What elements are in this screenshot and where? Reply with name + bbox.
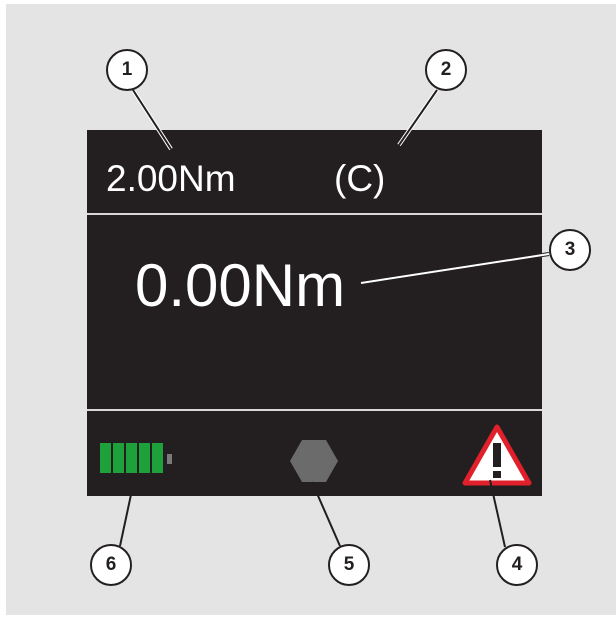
actual-torque-value: 0.00Nm: [135, 252, 346, 319]
mode-indicator: (C): [334, 158, 386, 199]
battery-segment: [152, 443, 163, 473]
callout-6: 6: [90, 544, 132, 586]
callout-4: 4: [496, 544, 538, 586]
hexagon-screw-icon: [290, 440, 338, 482]
callout-1: 1: [106, 49, 148, 91]
target-torque-value: 2.00Nm: [106, 158, 236, 199]
callout-3: 3: [549, 229, 591, 271]
battery-segment: [139, 443, 150, 473]
battery-segment: [126, 443, 137, 473]
battery-segment: [100, 443, 111, 473]
warning-triangle-icon: [462, 424, 532, 486]
battery-icon: [100, 443, 172, 473]
top-divider: [87, 213, 542, 215]
callout-2: 2: [425, 49, 467, 91]
device-display: 2.00Nm (C) 0.00Nm: [87, 130, 542, 496]
bottom-divider: [87, 409, 542, 411]
callout-5: 5: [328, 544, 370, 586]
battery-segment: [113, 443, 124, 473]
